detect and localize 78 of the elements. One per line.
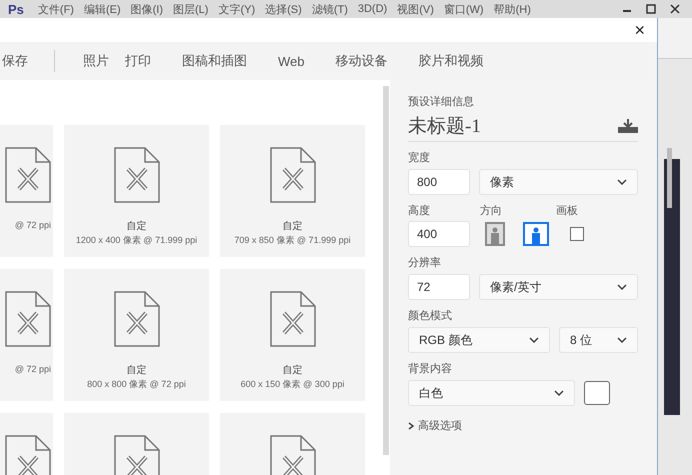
preset-title: 自定 xyxy=(126,220,146,233)
width-input[interactable]: 800 xyxy=(408,169,470,195)
menu-item[interactable]: 窗口(W) xyxy=(444,2,484,16)
portrait-icon[interactable] xyxy=(485,222,505,246)
menu-item[interactable]: 滤镜(T) xyxy=(312,2,348,16)
landscape-icon[interactable] xyxy=(523,222,549,246)
document-icon xyxy=(5,291,51,347)
field-label: 方向 xyxy=(480,204,503,218)
document-icon xyxy=(5,435,51,475)
artboard-checkbox[interactable] xyxy=(570,227,584,241)
advanced-options-toggle[interactable]: 高级选项 xyxy=(408,414,462,437)
category-tab[interactable]: 保存 xyxy=(2,42,28,80)
preset-size: 709 x 850 像素 @ 71.999 ppi xyxy=(234,234,351,247)
preset-title: 自定 xyxy=(126,364,146,377)
category-tab[interactable]: Web xyxy=(278,42,304,80)
category-tab[interactable]: 胶片和视频 xyxy=(418,42,484,80)
height-input[interactable]: 400 xyxy=(408,221,470,247)
document-icon xyxy=(270,147,316,203)
unit-dropdown[interactable]: 像素 xyxy=(479,169,638,195)
field-label: 背景内容 xyxy=(408,362,453,376)
document-icon xyxy=(270,291,316,347)
scrollbar[interactable] xyxy=(383,86,389,455)
preset-size: @ 72 ppi xyxy=(14,220,51,230)
preset-card[interactable]: 自定 800 x 800 像素 @ 72 ppi xyxy=(64,269,209,401)
preset-size: 1200 x 400 像素 @ 71.999 ppi xyxy=(76,234,198,247)
menu-item[interactable]: 视图(V) xyxy=(397,2,434,16)
category-tab[interactable]: 照片 xyxy=(83,42,109,80)
bit-depth-dropdown[interactable]: 8 位 xyxy=(559,327,638,353)
unit-dropdown[interactable]: 像素/英寸 xyxy=(479,274,638,300)
preset-size: 800 x 800 像素 @ 72 ppi xyxy=(87,378,186,391)
menu-item[interactable]: 编辑(E) xyxy=(84,2,121,16)
menu-item[interactable]: 帮助(H) xyxy=(494,2,531,16)
preset-card[interactable]: @ 72 ppi xyxy=(0,269,53,401)
category-tab[interactable]: 移动设备 xyxy=(336,42,388,80)
preset-title: 自定 xyxy=(282,220,302,233)
menu-item[interactable]: 3D(D) xyxy=(358,3,388,15)
close-icon[interactable] xyxy=(670,4,680,14)
resolution-input[interactable]: 72 xyxy=(408,274,470,300)
close-button[interactable]: × xyxy=(632,21,647,39)
maximize-icon[interactable] xyxy=(646,4,656,14)
field-label: 画板 xyxy=(556,204,578,218)
document-icon xyxy=(114,147,160,203)
scrollbar[interactable] xyxy=(667,148,672,208)
field-label: 高度 xyxy=(408,204,431,218)
chevron-down-icon xyxy=(529,337,539,343)
category-tab[interactable]: 打印 xyxy=(125,42,151,80)
chevron-right-icon xyxy=(408,422,414,430)
category-tab[interactable]: 图稿和插图 xyxy=(182,42,247,80)
document-icon xyxy=(270,435,316,475)
menu-item[interactable]: 选择(S) xyxy=(265,2,302,16)
field-label: 宽度 xyxy=(408,150,431,165)
chevron-down-icon xyxy=(617,337,627,343)
color-swatch[interactable] xyxy=(584,381,610,405)
document-icon xyxy=(114,435,160,475)
preset-size: 600 x 150 像素 @ 300 ppi xyxy=(240,378,344,391)
section-heading: 预设详细信息 xyxy=(408,95,475,109)
preset-card[interactable]: @ 72 ppi xyxy=(0,125,53,257)
menu-item[interactable]: 文件(F) xyxy=(38,2,74,16)
color-mode-dropdown[interactable]: RGB 颜色 xyxy=(408,327,550,353)
field-label: 颜色模式 xyxy=(408,308,453,323)
preset-title: 自定 xyxy=(282,364,302,377)
document-icon xyxy=(114,291,160,347)
preset-size: @ 72 ppi xyxy=(14,364,51,374)
preset-card[interactable]: 自定 600 x 150 像素 @ 300 ppi xyxy=(220,269,365,401)
menu-item[interactable]: 文字(Y) xyxy=(218,2,256,16)
chevron-down-icon xyxy=(554,390,564,396)
document-name-field[interactable]: 未标题-1 xyxy=(408,113,481,139)
preset-card[interactable]: 自定 1200 x 400 像素 @ 71.999 ppi xyxy=(64,125,209,257)
preset-card[interactable]: 自定 709 x 850 像素 @ 71.999 ppi xyxy=(220,125,365,257)
save-preset-icon[interactable] xyxy=(618,119,638,133)
menu-item[interactable]: 图层(L) xyxy=(173,2,208,16)
app-logo: Ps xyxy=(8,2,24,16)
chevron-down-icon xyxy=(617,284,627,290)
field-label: 分辨率 xyxy=(408,256,442,270)
background-dropdown[interactable]: 白色 xyxy=(408,380,575,406)
chevron-down-icon xyxy=(617,179,627,185)
menu-item[interactable]: 图像(I) xyxy=(130,2,164,16)
document-icon xyxy=(5,147,51,203)
